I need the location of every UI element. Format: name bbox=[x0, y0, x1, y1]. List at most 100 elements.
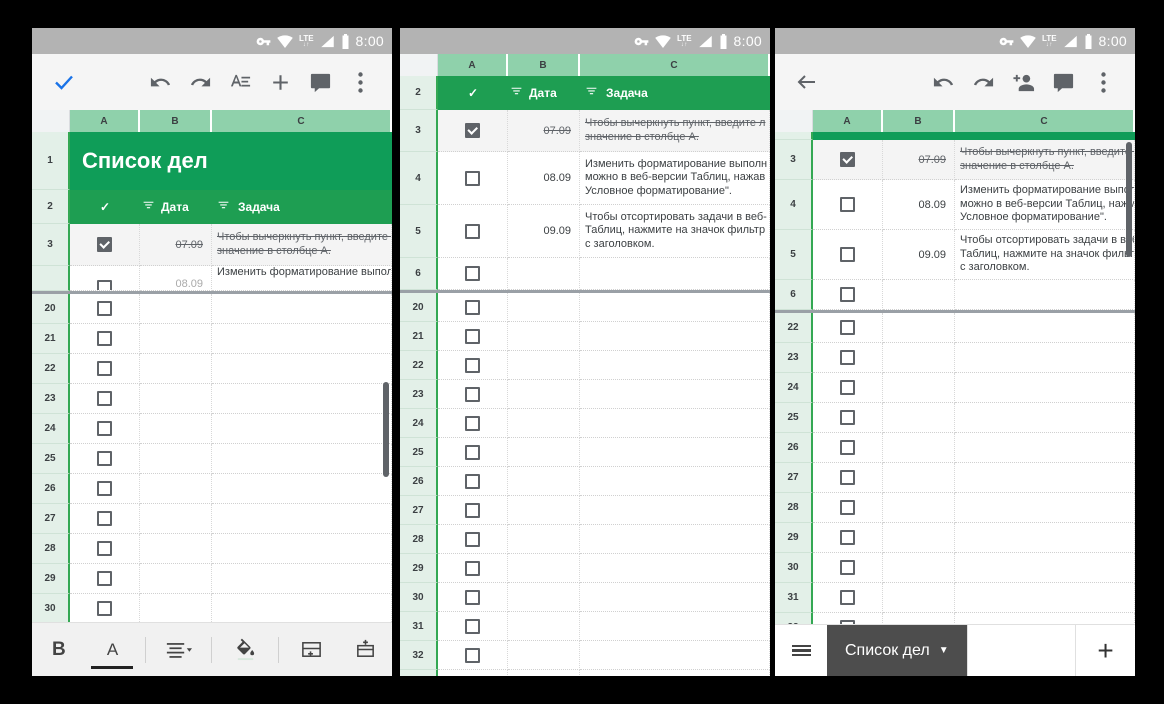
task-cell[interactable] bbox=[580, 322, 770, 351]
task-cell[interactable] bbox=[580, 351, 770, 380]
date-cell[interactable] bbox=[508, 612, 580, 641]
date-cell[interactable] bbox=[883, 280, 955, 310]
table-row[interactable]: 24 bbox=[775, 373, 1135, 403]
row-number[interactable] bbox=[32, 266, 70, 291]
checkbox-cell[interactable] bbox=[813, 553, 883, 583]
table-row[interactable]: 6 bbox=[775, 280, 1135, 310]
table-row[interactable]: 27 bbox=[400, 496, 770, 525]
checkbox-unchecked[interactable] bbox=[840, 500, 855, 515]
task-cell[interactable] bbox=[955, 463, 1135, 493]
checkbox-unchecked[interactable] bbox=[465, 445, 480, 460]
task-cell[interactable] bbox=[212, 414, 392, 444]
row-number[interactable]: 22 bbox=[400, 351, 438, 380]
more-options-icon[interactable] bbox=[340, 62, 380, 102]
task-cell[interactable]: Чтобы вычеркнуть пункт, введите лзначени… bbox=[955, 140, 1135, 180]
table-row[interactable]: 26 bbox=[32, 474, 392, 504]
table-row[interactable]: 23 bbox=[775, 343, 1135, 373]
text-color-button[interactable]: A bbox=[91, 629, 133, 671]
date-cell[interactable] bbox=[883, 493, 955, 523]
checkbox-unchecked[interactable] bbox=[465, 224, 480, 239]
checkbox-cell[interactable] bbox=[813, 463, 883, 493]
table-row[interactable]: 27 bbox=[32, 504, 392, 534]
checkbox-cell[interactable] bbox=[813, 180, 883, 230]
date-cell[interactable] bbox=[883, 523, 955, 553]
row-number[interactable]: 27 bbox=[775, 463, 813, 493]
checkbox-unchecked[interactable] bbox=[465, 387, 480, 402]
sheet-tab-active[interactable]: Список дел ▼ bbox=[827, 625, 967, 676]
checkbox-cell[interactable] bbox=[438, 110, 508, 152]
row-number[interactable]: 29 bbox=[32, 564, 70, 594]
row-number[interactable]: 4 bbox=[400, 152, 438, 205]
row-number[interactable]: 22 bbox=[775, 313, 813, 343]
checkbox-unchecked[interactable] bbox=[465, 300, 480, 315]
checkbox-cell[interactable] bbox=[70, 474, 140, 504]
checkbox-unchecked[interactable] bbox=[840, 410, 855, 425]
bold-button[interactable]: B bbox=[38, 629, 80, 671]
comment-icon[interactable] bbox=[300, 62, 340, 102]
filter-icon[interactable] bbox=[142, 199, 155, 215]
row-number[interactable]: 29 bbox=[775, 523, 813, 553]
task-cell[interactable]: Изменить форматирование выполнможно в ве… bbox=[580, 152, 770, 205]
checkbox-cell[interactable] bbox=[70, 564, 140, 594]
date-cell[interactable] bbox=[508, 293, 580, 322]
checkbox-cell[interactable] bbox=[438, 641, 508, 670]
checkbox-unchecked[interactable] bbox=[465, 266, 480, 281]
row-number[interactable]: 27 bbox=[32, 504, 70, 534]
task-cell[interactable] bbox=[580, 467, 770, 496]
date-cell[interactable] bbox=[508, 351, 580, 380]
header-cell-check[interactable]: ✓ bbox=[70, 190, 140, 224]
task-cell[interactable] bbox=[212, 564, 392, 594]
checkbox-cell[interactable] bbox=[438, 380, 508, 409]
filter-icon[interactable] bbox=[585, 85, 598, 101]
checkbox-cell[interactable] bbox=[813, 523, 883, 553]
task-cell[interactable]: Чтобы отсортировать задачи в вебТаблиц, … bbox=[955, 230, 1135, 280]
date-cell[interactable] bbox=[140, 444, 212, 474]
checkbox-unchecked[interactable] bbox=[465, 358, 480, 373]
column-header-b[interactable]: B bbox=[508, 54, 580, 76]
table-row[interactable]: 30 bbox=[400, 583, 770, 612]
task-cell[interactable] bbox=[955, 313, 1135, 343]
date-cell[interactable]: 07.09 bbox=[883, 140, 955, 180]
row-number[interactable]: 4 bbox=[775, 180, 813, 230]
checkbox-unchecked[interactable] bbox=[840, 470, 855, 485]
checkbox-unchecked[interactable] bbox=[97, 331, 112, 346]
row-number[interactable]: 6 bbox=[775, 280, 813, 310]
task-cell[interactable] bbox=[212, 444, 392, 474]
task-cell[interactable] bbox=[580, 409, 770, 438]
task-cell[interactable] bbox=[580, 670, 770, 676]
checkbox-cell[interactable] bbox=[438, 258, 508, 290]
date-cell[interactable] bbox=[140, 384, 212, 414]
table-row[interactable]: 28 bbox=[775, 493, 1135, 523]
task-cell[interactable] bbox=[580, 380, 770, 409]
checkbox-checked[interactable] bbox=[840, 152, 855, 167]
row-number[interactable]: 23 bbox=[775, 343, 813, 373]
checkbox-unchecked[interactable] bbox=[840, 247, 855, 262]
date-cell[interactable] bbox=[140, 354, 212, 384]
row-number[interactable]: 20 bbox=[400, 293, 438, 322]
date-cell[interactable] bbox=[508, 583, 580, 612]
table-row[interactable]: 08.09 Изменить форматирование выполн bbox=[32, 266, 392, 291]
row-number[interactable]: 32 bbox=[400, 641, 438, 670]
date-cell[interactable] bbox=[508, 670, 580, 676]
row-number[interactable]: 3 bbox=[775, 140, 813, 180]
table-row[interactable]: 408.09Изменить форматирование выполнможн… bbox=[775, 180, 1135, 230]
task-cell[interactable] bbox=[580, 258, 770, 290]
row-number[interactable]: 26 bbox=[32, 474, 70, 504]
task-cell[interactable] bbox=[212, 504, 392, 534]
date-cell[interactable] bbox=[508, 380, 580, 409]
table-row[interactable]: 2 ✓ Дата Задача bbox=[32, 190, 392, 224]
row-number[interactable]: 31 bbox=[775, 583, 813, 613]
task-cell[interactable]: Чтобы вычеркнуть пункт, введите л значен… bbox=[212, 224, 392, 266]
date-cell[interactable] bbox=[508, 409, 580, 438]
task-cell[interactable] bbox=[580, 438, 770, 467]
checkbox-cell[interactable] bbox=[438, 612, 508, 641]
task-cell[interactable] bbox=[955, 553, 1135, 583]
task-cell[interactable] bbox=[955, 493, 1135, 523]
row-number[interactable]: 2 bbox=[32, 190, 70, 224]
checkbox-unchecked[interactable] bbox=[840, 350, 855, 365]
task-cell[interactable] bbox=[212, 384, 392, 414]
undo-button[interactable] bbox=[140, 62, 180, 102]
row-number[interactable]: 24 bbox=[32, 414, 70, 444]
checkbox-cell[interactable] bbox=[813, 140, 883, 180]
checkbox-unchecked[interactable] bbox=[97, 601, 112, 616]
